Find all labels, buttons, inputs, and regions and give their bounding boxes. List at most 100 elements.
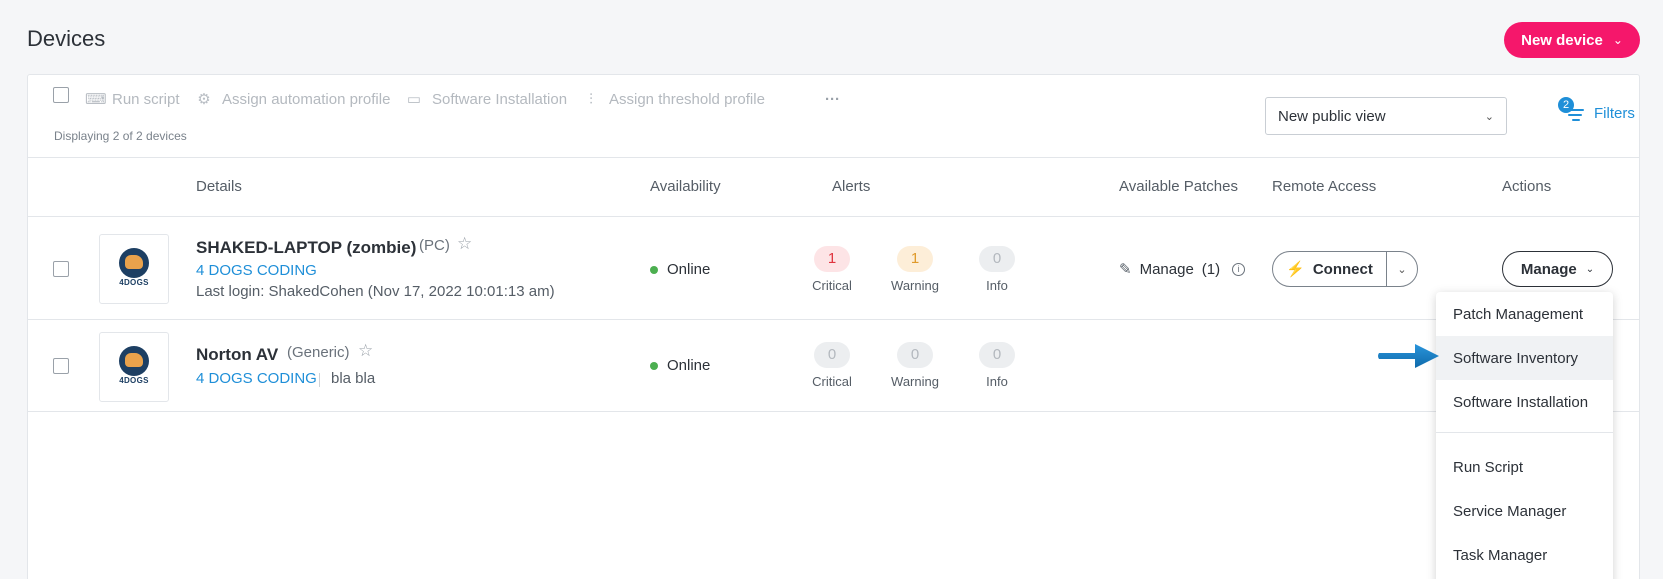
alert-critical[interactable]: 0 Critical bbox=[802, 342, 862, 389]
menu-item-patch-management[interactable]: Patch Management bbox=[1436, 292, 1613, 336]
row-checkbox[interactable] bbox=[53, 358, 69, 374]
warning-label: Warning bbox=[891, 278, 939, 293]
chevron-down-icon: ⌄ bbox=[1585, 263, 1595, 275]
availability-status: Online bbox=[650, 357, 710, 374]
run-script-action[interactable]: ⌨ Run script bbox=[85, 88, 180, 110]
separator bbox=[319, 373, 320, 387]
alert-warning[interactable]: 0 Warning bbox=[885, 342, 945, 389]
remote-connect-icon: ⚡ bbox=[1286, 261, 1305, 278]
chevron-down-icon: ⌄ bbox=[1397, 263, 1407, 276]
connect-split-button: ⚡ Connect ⌄ bbox=[1272, 251, 1418, 287]
device-type: (Generic) bbox=[287, 344, 350, 361]
page-title: Devices bbox=[27, 26, 106, 51]
company-link[interactable]: 4 DOGS CODING bbox=[196, 370, 317, 387]
column-details: Details bbox=[196, 178, 242, 195]
menu-divider bbox=[1436, 432, 1613, 433]
row-checkbox[interactable] bbox=[53, 261, 69, 277]
software-installation-label: Software Installation bbox=[432, 90, 568, 108]
filters-label: Filters bbox=[1594, 104, 1635, 122]
view-select-value: New public view bbox=[1278, 107, 1386, 125]
warning-count: 0 bbox=[897, 342, 933, 368]
online-dot-icon bbox=[650, 361, 658, 370]
menu-item-software-inventory[interactable]: Software Inventory bbox=[1436, 336, 1613, 380]
chevron-down-icon: ⌄ bbox=[1484, 110, 1494, 123]
alert-info[interactable]: 0 Info bbox=[967, 246, 1027, 293]
dog-logo-icon: 4DOGS bbox=[111, 344, 157, 390]
connect-button[interactable]: ⚡ Connect bbox=[1273, 252, 1387, 286]
threshold-icon: ⫶ bbox=[589, 90, 593, 108]
menu-item-run-script[interactable]: Run Script bbox=[1436, 445, 1613, 489]
filter-icon: 2 bbox=[1558, 97, 1586, 123]
menu-item-service-manager[interactable]: Service Manager bbox=[1436, 489, 1613, 533]
critical-label: Critical bbox=[812, 374, 852, 389]
pencil-icon: ✎ bbox=[1119, 261, 1132, 278]
device-logo: 4DOGS bbox=[99, 332, 169, 402]
info-count: 0 bbox=[979, 246, 1015, 272]
alert-warning[interactable]: 1 Warning bbox=[885, 246, 945, 293]
script-icon: ⌨ bbox=[85, 91, 107, 108]
view-select[interactable]: New public view ⌄ bbox=[1265, 97, 1507, 135]
connect-label: Connect bbox=[1312, 260, 1373, 278]
more-icon: ··· bbox=[825, 90, 840, 108]
devices-panel: ⌨ Run script ⚙ Assign automation profile… bbox=[27, 74, 1640, 579]
toolbar: ⌨ Run script ⚙ Assign automation profile… bbox=[28, 75, 1639, 158]
critical-count: 0 bbox=[814, 342, 850, 368]
device-logo: 4DOGS bbox=[99, 234, 169, 304]
column-available-patches: Available Patches bbox=[1119, 178, 1238, 195]
manage-patches-link[interactable]: ✎ Manage (1) i bbox=[1119, 260, 1246, 278]
table-header: Details Availability Alerts Available Pa… bbox=[28, 158, 1639, 217]
device-name[interactable]: Norton AV bbox=[196, 345, 278, 365]
new-device-button[interactable]: New device ⌄ bbox=[1504, 22, 1640, 58]
menu-item-task-manager[interactable]: Task Manager bbox=[1436, 533, 1613, 577]
automation-icon: ⚙ bbox=[197, 91, 211, 108]
dog-logo-icon: 4DOGS bbox=[111, 246, 157, 292]
assign-automation-profile-action[interactable]: ⚙ Assign automation profile bbox=[195, 88, 390, 110]
filters-count-badge: 2 bbox=[1558, 97, 1574, 113]
critical-label: Critical bbox=[812, 278, 852, 293]
patches-count: (1) bbox=[1201, 260, 1221, 278]
assign-threshold-label: Assign threshold profile bbox=[609, 90, 765, 108]
select-all-checkbox[interactable] bbox=[53, 87, 69, 103]
menu-item-software-installation[interactable]: Software Installation bbox=[1436, 380, 1613, 424]
assign-automation-label: Assign automation profile bbox=[222, 90, 391, 108]
table-row: 4DOGS SHAKED-LAPTOP (zombie) (PC) ☆ 4 DO… bbox=[28, 217, 1639, 320]
manage-label: Manage bbox=[1520, 260, 1577, 278]
new-device-label: New device bbox=[1521, 31, 1603, 49]
info-label: Info bbox=[986, 374, 1008, 389]
connect-dropdown-button[interactable]: ⌄ bbox=[1387, 252, 1417, 286]
patches-label: Manage bbox=[1139, 260, 1194, 278]
warning-count: 1 bbox=[897, 246, 933, 272]
critical-count: 1 bbox=[814, 246, 850, 272]
column-actions: Actions bbox=[1502, 178, 1552, 195]
online-dot-icon bbox=[650, 265, 658, 274]
info-count: 0 bbox=[979, 342, 1015, 368]
alert-info[interactable]: 0 Info bbox=[967, 342, 1027, 389]
device-name[interactable]: SHAKED-LAPTOP (zombie) bbox=[196, 238, 416, 258]
more-actions-button[interactable]: ··· bbox=[825, 88, 840, 110]
software-installation-action[interactable]: ▭ Software Installation bbox=[405, 88, 567, 110]
column-remote-access: Remote Access bbox=[1272, 178, 1377, 195]
device-type: (PC) bbox=[419, 237, 450, 254]
manage-button[interactable]: Manage ⌄ bbox=[1502, 251, 1613, 287]
alert-critical[interactable]: 1 Critical bbox=[802, 246, 862, 293]
company-link[interactable]: 4 DOGS CODING bbox=[196, 262, 317, 279]
info-label: Info bbox=[986, 278, 1008, 293]
last-login: Last login: ShakedCohen (Nov 17, 2022 10… bbox=[196, 283, 555, 300]
chevron-down-icon: ⌄ bbox=[1612, 33, 1623, 47]
annotation-arrow-icon bbox=[1378, 344, 1439, 368]
column-alerts: Alerts bbox=[832, 178, 871, 195]
assign-threshold-profile-action[interactable]: ⫶ Assign threshold profile bbox=[582, 88, 765, 110]
manage-dropdown-menu: Patch Management Software Inventory Soft… bbox=[1436, 292, 1613, 579]
info-icon[interactable]: i bbox=[1232, 262, 1246, 276]
warning-label: Warning bbox=[891, 374, 939, 389]
status-label: Online bbox=[667, 261, 711, 278]
install-icon: ▭ bbox=[406, 91, 422, 108]
display-count: Displaying 2 of 2 devices bbox=[54, 129, 187, 143]
favorite-star-icon[interactable]: ☆ bbox=[457, 234, 472, 254]
status-label: Online bbox=[667, 357, 711, 374]
device-description: bla bla bbox=[331, 370, 376, 387]
column-availability: Availability bbox=[650, 178, 721, 195]
run-script-label: Run script bbox=[112, 90, 180, 108]
favorite-star-icon[interactable]: ☆ bbox=[358, 341, 373, 361]
filters-button[interactable]: 2 Filters bbox=[1558, 97, 1635, 123]
